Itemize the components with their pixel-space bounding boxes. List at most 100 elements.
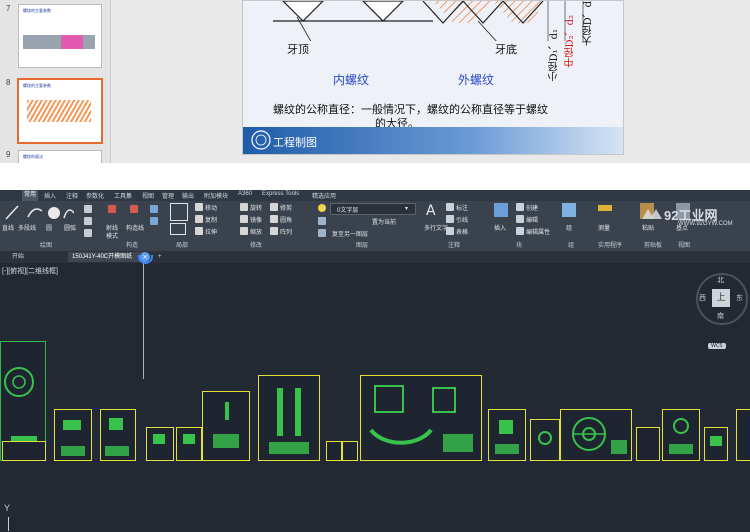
viewcube-south[interactable]: 南 <box>717 311 724 321</box>
drawing-sheet-15[interactable] <box>662 409 700 461</box>
fillet-icon[interactable] <box>270 215 278 223</box>
leader-button[interactable]: 引线 <box>456 215 468 224</box>
trim-button[interactable]: 修剪 <box>280 203 292 212</box>
tab-start[interactable]: 开始 <box>8 252 66 262</box>
polyline-button[interactable]: 多段线 <box>18 223 36 232</box>
new-tab-button[interactable]: + <box>154 252 166 262</box>
drawing-sheet-13[interactable] <box>560 409 632 461</box>
ray-icon[interactable] <box>108 205 116 213</box>
circle-button[interactable]: 圆 <box>46 223 52 232</box>
mirror-button[interactable]: 镜像 <box>250 215 262 224</box>
copy-to-layer-button[interactable]: 复至另一图层 <box>332 229 368 238</box>
point-icon[interactable] <box>150 205 158 213</box>
layer-dropdown[interactable]: 0文字层 ▾ <box>330 203 416 215</box>
table-icon[interactable] <box>446 227 454 235</box>
measure-button[interactable]: 测量 <box>598 223 610 232</box>
stretch-button[interactable]: 拉伸 <box>205 227 217 236</box>
hatch-icon[interactable] <box>84 217 92 225</box>
drawing-sheet-14[interactable] <box>636 427 660 461</box>
fillet-button[interactable]: 圆角 <box>280 215 292 224</box>
edit-block-button[interactable]: 编辑 <box>526 215 538 224</box>
scale-icon[interactable] <box>240 227 248 235</box>
viewcube-north[interactable]: 北 <box>717 275 724 285</box>
drawing-viewport[interactable]: [-][俯视][二维线框] 上 北 南 东 西 WCS Y <box>0 255 750 532</box>
create-block-button[interactable]: 创建 <box>526 203 538 212</box>
insert-block-icon[interactable] <box>494 203 508 217</box>
create-block-icon[interactable] <box>516 203 524 211</box>
dimension-icon[interactable] <box>446 203 454 211</box>
drawing-sheet-8[interactable] <box>326 441 342 461</box>
rectangle-icon[interactable] <box>84 205 92 213</box>
menu-annotate[interactable]: 注释 <box>66 191 78 200</box>
drawing-sheet-2[interactable] <box>54 409 92 461</box>
group-icon[interactable] <box>562 203 576 217</box>
insert-button[interactable]: 插入 <box>494 223 506 232</box>
trim-icon[interactable] <box>270 203 278 211</box>
xline-icon[interactable] <box>130 205 138 213</box>
drawing-sheet-12[interactable] <box>530 419 560 461</box>
viewcube-east[interactable]: 东 <box>736 293 743 303</box>
slide-thumbnail-8[interactable]: 螺纹的主要参数 <box>17 78 103 144</box>
mirror-icon[interactable] <box>240 215 248 223</box>
copy-button[interactable]: 复制 <box>205 215 217 224</box>
arc-button[interactable]: 圆弧 <box>64 223 76 232</box>
group-button[interactable]: 组 <box>566 223 572 232</box>
set-current-button[interactable]: 置为当前 <box>372 217 396 226</box>
mode-label[interactable]: 模式 <box>106 231 118 240</box>
menu-express-tools[interactable]: Express Tools <box>262 191 299 197</box>
move-button[interactable]: 移动 <box>205 203 217 212</box>
slide-thumbnail-panel[interactable]: 7 螺纹的主要参数 8 螺纹的主要参数 9 螺纹的画法 <box>0 0 111 163</box>
viewcube-face[interactable]: 上 <box>712 289 730 307</box>
line-button[interactable]: 直线 <box>2 223 14 232</box>
dimension-button[interactable]: 标注 <box>456 203 468 212</box>
rotate-icon[interactable] <box>240 203 248 211</box>
menu-view[interactable]: 视图 <box>142 191 154 200</box>
copy-icon[interactable] <box>195 215 203 223</box>
menu-manage[interactable]: 管理 <box>162 191 174 200</box>
xline-label[interactable]: 构造线 <box>126 223 144 232</box>
light-bulb-icon[interactable] <box>318 204 326 212</box>
array-button[interactable]: 阵列 <box>280 227 292 236</box>
drawing-sheet-5[interactable] <box>176 427 202 461</box>
viewcube-west[interactable]: 西 <box>699 293 706 303</box>
slide-thumbnail-9[interactable]: 螺纹的画法 <box>18 150 102 163</box>
table-button[interactable]: 表格 <box>456 227 468 236</box>
array-icon[interactable] <box>270 227 278 235</box>
edit-attributes-button[interactable]: 编辑属性 <box>526 227 550 236</box>
layer-properties-icon[interactable] <box>318 217 326 225</box>
scale-button[interactable]: 缩放 <box>250 227 262 236</box>
layer-copy-icon[interactable] <box>318 229 326 237</box>
drawing-sheet-7[interactable] <box>258 375 320 461</box>
drawing-sheet-16[interactable] <box>704 427 728 461</box>
divide-icon[interactable] <box>150 217 158 225</box>
menu-home[interactable]: 常用 <box>22 190 39 201</box>
isolate-icon[interactable] <box>170 203 188 221</box>
measure-icon[interactable] <box>598 205 612 211</box>
edit-attributes-icon[interactable] <box>516 227 524 235</box>
drawing-sheet-3[interactable] <box>100 409 136 461</box>
stretch-icon[interactable] <box>195 227 203 235</box>
menu-featured-apps[interactable]: 精选应用 <box>312 191 336 200</box>
menu-output[interactable]: 输出 <box>182 191 194 200</box>
menu-toolsets[interactable]: 工具集 <box>114 191 132 200</box>
text-icon[interactable]: A <box>426 203 440 219</box>
drawing-sheet-9[interactable] <box>342 441 358 461</box>
wcs-button[interactable]: WCS <box>708 343 726 349</box>
menu-a360[interactable]: A360 <box>238 191 252 197</box>
drawing-sheet-17[interactable] <box>736 409 750 461</box>
drawing-sheet-11[interactable] <box>488 409 526 461</box>
mtext-button[interactable]: 多行文字 <box>424 223 448 232</box>
menu-addins[interactable]: 附加模块 <box>204 191 228 200</box>
menu-insert[interactable]: 插入 <box>44 191 56 200</box>
boundary-icon[interactable] <box>84 229 92 237</box>
move-icon[interactable] <box>195 203 203 211</box>
rotate-button[interactable]: 旋转 <box>250 203 262 212</box>
drawing-sheet-1b[interactable] <box>2 441 46 461</box>
drawing-sheet-4[interactable] <box>146 427 174 461</box>
leader-icon[interactable] <box>446 215 454 223</box>
drawing-sheet-10[interactable] <box>360 375 482 461</box>
drawing-sheet-6[interactable] <box>202 391 250 461</box>
viewport-controls[interactable]: [-][俯视][二维线框] <box>2 266 58 276</box>
edit-block-icon[interactable] <box>516 215 524 223</box>
slide-thumbnail-7[interactable]: 螺纹的主要参数 <box>18 4 102 68</box>
